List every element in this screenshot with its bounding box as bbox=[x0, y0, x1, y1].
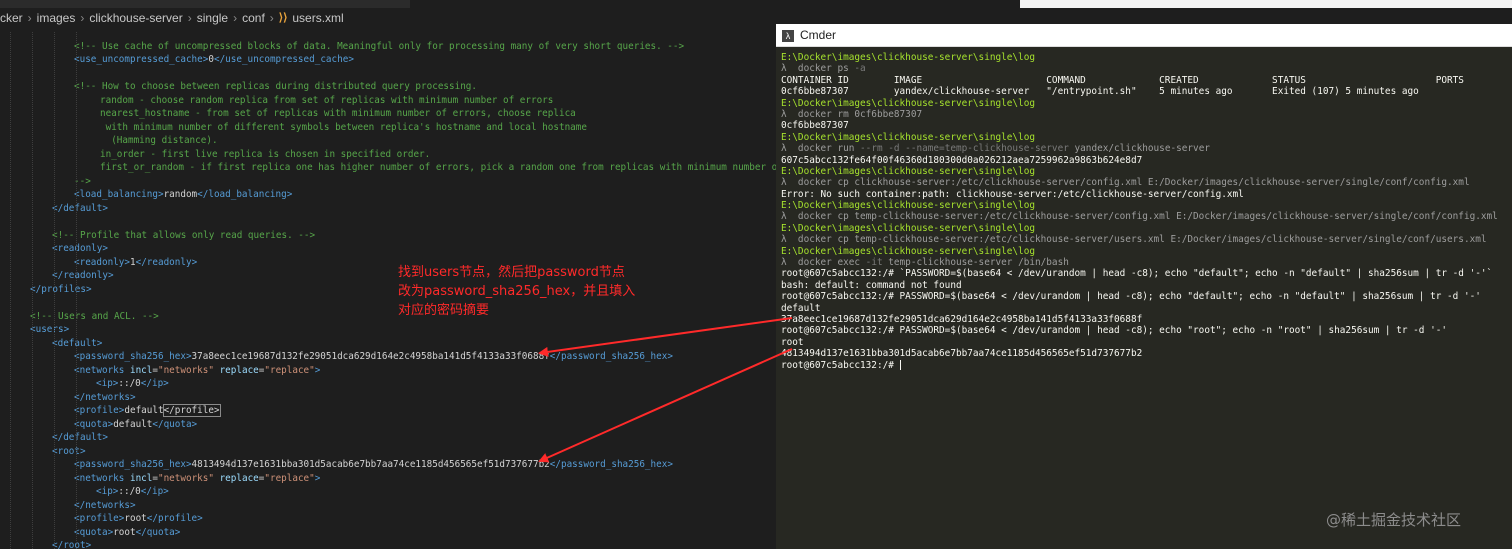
arrow-to-default-hash bbox=[538, 317, 793, 357]
arrow-to-root-hash bbox=[538, 348, 793, 463]
annotation-arrows bbox=[538, 317, 793, 463]
watermark: @稀土掘金技术社区 bbox=[1326, 511, 1462, 529]
